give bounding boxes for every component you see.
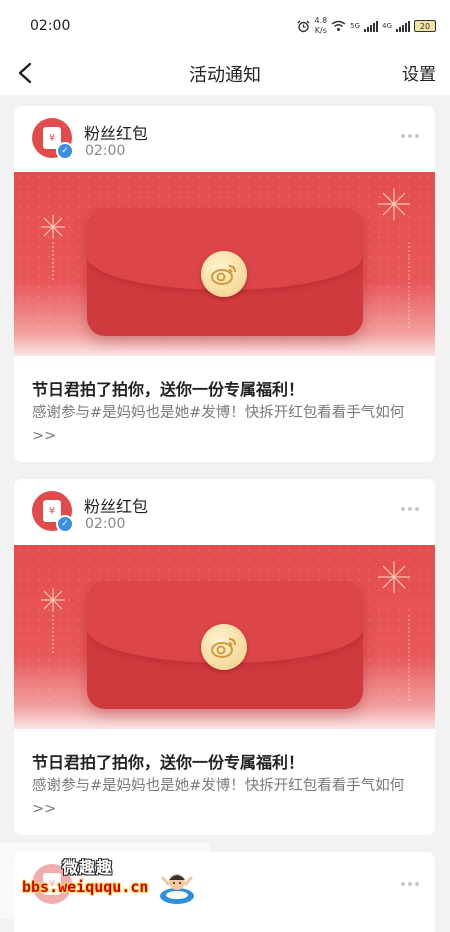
firework-icon (378, 188, 410, 220)
red-envelope[interactable] (87, 581, 363, 709)
signal-icon-1 (364, 20, 379, 32)
sender-time: 02:00 (85, 516, 126, 532)
weibo-logo-icon (201, 624, 247, 670)
watermark-url: bbs.weiququ.cn (22, 878, 149, 896)
sender-time: 02:00 (85, 143, 126, 159)
firework-icon (378, 561, 410, 593)
nav-bar: 活动通知 设置 (0, 52, 450, 95)
settings-button[interactable]: 设置 (402, 60, 436, 85)
weibo-logo-icon (201, 251, 247, 297)
sender-name[interactable]: 粉丝红包 (84, 120, 148, 144)
notification-title: 节日君拍了拍你，送你一份专属福利！ (32, 753, 305, 772)
status-icons: 4.8 K/s 5G 4G 20 (297, 16, 436, 36)
status-time: 02:00 (30, 18, 71, 34)
red-envelope[interactable] (87, 208, 363, 336)
firework-icon (41, 588, 65, 653)
page-title: 活动通知 (189, 64, 261, 86)
notification-description[interactable]: 感谢参与#是妈妈也是她#发博！快拆开红包看看手气如何>> (32, 402, 427, 448)
network-label-2: 4G (382, 22, 392, 30)
avatar[interactable]: ¥ ✓ (32, 118, 74, 160)
verified-badge-icon: ✓ (56, 515, 74, 533)
back-arrow-icon[interactable] (14, 60, 40, 86)
status-bar: 02:00 4.8 K/s 5G 4G 20 (0, 0, 450, 52)
wifi-icon (331, 20, 346, 31)
verified-badge-icon: ✓ (56, 142, 74, 160)
network-speed: 4.8 K/s (314, 16, 327, 36)
network-label-1: 5G (350, 22, 361, 30)
red-packet-banner[interactable] (14, 172, 435, 356)
speed-unit: K/s (314, 26, 327, 35)
watermark-title: 微趣趣 (62, 858, 114, 877)
more-options-icon[interactable] (401, 134, 419, 138)
firework-icon (408, 615, 410, 703)
alarm-icon (297, 20, 310, 32)
avatar[interactable]: ¥ ✓ (32, 491, 74, 533)
card-header: ¥ ✓ 粉丝红包 02:00 (14, 479, 435, 545)
red-packet-banner[interactable] (14, 545, 435, 729)
notification-card[interactable]: ¥ ✓ 粉丝红包 02:00 节日君拍了拍你，送你一份专属福利！ 感谢参与#是妈… (14, 479, 435, 835)
battery-level: 20 (419, 21, 431, 31)
firework-icon (41, 215, 65, 280)
more-options-icon[interactable] (401, 882, 419, 886)
speed-value: 4.8 (314, 16, 328, 25)
card-header: ¥ ✓ 粉丝红包 02:00 (14, 106, 435, 172)
firework-icon (408, 242, 410, 330)
mascot-icon (160, 874, 194, 904)
signal-icon-2 (396, 20, 410, 32)
more-options-icon[interactable] (401, 507, 419, 511)
sender-name[interactable]: 粉丝红包 (84, 493, 148, 517)
notification-description[interactable]: 感谢参与#是妈妈也是她#发博！快拆开红包看看手气如何>> (32, 775, 427, 821)
battery-icon: 20 (414, 20, 436, 32)
notification-title: 节日君拍了拍你，送你一份专属福利！ (32, 380, 305, 399)
notification-card[interactable]: ¥ ✓ 粉丝红包 02:00 节日君拍了拍你，送你一份专属福利！ 感谢参与#是妈… (14, 106, 435, 462)
